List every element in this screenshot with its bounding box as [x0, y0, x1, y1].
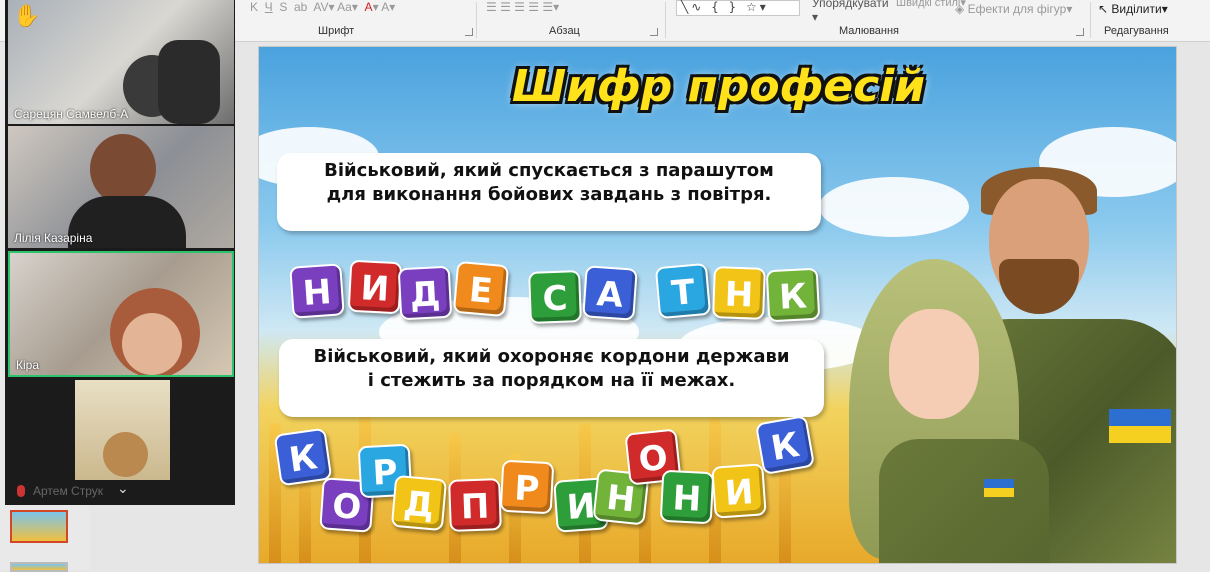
font-tools[interactable]: K Ч S ab AV▾ Aa▾ A▾ A▾ — [250, 0, 395, 14]
letter-tile[interactable]: Н — [712, 266, 766, 320]
raise-hand-icon: ✋ — [13, 4, 41, 29]
letter-tile[interactable]: Н — [289, 263, 345, 319]
soldier-woman-face — [889, 309, 979, 419]
ukraine-flag-patch — [984, 479, 1014, 497]
chair — [158, 40, 220, 124]
clue-1-line-2: для виконання бойових завдань з повітря. — [326, 184, 772, 205]
participant-face — [122, 313, 182, 375]
separator — [1090, 2, 1091, 38]
participant-video-tile[interactable]: Лілія Казаріна — [8, 126, 234, 248]
clue-bubble-2: Військовий, який охороняє кордони держав… — [279, 339, 824, 417]
participant-video-tile-active[interactable]: Кіра — [8, 251, 234, 377]
letter-tile[interactable]: П — [448, 478, 502, 532]
drawing-dialog-launcher[interactable] — [1076, 28, 1084, 36]
font-group-label: Шрифт — [318, 25, 355, 37]
participant-name: Артем Струк — [33, 484, 103, 498]
paragraph-dialog-launcher[interactable] — [650, 28, 658, 36]
slide-title: Шифр професій — [511, 61, 926, 112]
letter-tile[interactable]: Р — [499, 459, 555, 515]
paragraph-group-label: Абзац — [549, 25, 580, 37]
separator — [476, 2, 477, 38]
chevron-down-icon[interactable]: ⌄ — [117, 481, 129, 497]
soldiers-illustration — [799, 159, 1176, 563]
soldier-woman-body — [879, 439, 1049, 563]
letter-tile[interactable]: Н — [659, 469, 715, 525]
drawing-group-label: Малювання — [839, 25, 900, 37]
font-dialog-launcher[interactable] — [465, 28, 473, 36]
slide-thumbnail-active[interactable] — [10, 510, 68, 543]
video-panel-footer: Артем Струк ⌄ — [5, 480, 235, 505]
letter-tile[interactable]: Д — [397, 265, 453, 321]
slide-canvas[interactable]: Шифр професій Військовий, який спускаєть… — [258, 46, 1177, 564]
clue-1-line-1: Військовий, який спускається з парашутом — [324, 160, 774, 181]
letter-tile[interactable]: Д — [390, 474, 448, 532]
ukraine-flag-patch — [1109, 409, 1171, 443]
participant-head — [103, 432, 148, 477]
participant-name: Лілія Казаріна — [14, 231, 93, 245]
letter-tile[interactable]: Т — [654, 262, 712, 320]
letter-tile[interactable]: С — [528, 270, 582, 324]
participant-name: Сарецян Самвелб-А — [14, 107, 129, 121]
muted-mic-icon — [17, 485, 25, 497]
letter-tile[interactable]: И — [347, 259, 403, 315]
separator — [665, 2, 666, 38]
letter-tile[interactable]: К — [273, 427, 333, 487]
soldier-man-beard — [999, 259, 1079, 314]
clue-2-line-1: Військовий, який охороняє кордони держав… — [313, 346, 790, 367]
letter-tile[interactable]: И — [711, 463, 767, 519]
letter-tile[interactable]: Е — [452, 260, 510, 318]
letter-tile[interactable]: А — [582, 265, 638, 321]
participant-head — [90, 134, 156, 204]
select-button[interactable]: ↖ Виділити▾ — [1098, 2, 1168, 16]
participant-video-tile[interactable] — [8, 380, 234, 480]
paragraph-tools[interactable]: ☰ ☰ ☰ ☰ ☰▾ — [486, 0, 559, 14]
editing-group-label: Редагування — [1104, 25, 1169, 37]
arrange-button[interactable]: Упорядкувати ▾ — [812, 0, 889, 24]
shapes-gallery[interactable]: ╲∿ { } ☆▾ — [676, 0, 800, 16]
clue-bubble-1: Військовий, який спускається з парашутом… — [277, 153, 821, 231]
clue-2-line-2: і стежить за порядком на її межах. — [367, 370, 736, 391]
participant-name: Кіра — [16, 358, 40, 372]
select-arrow-icon: ↖ — [1098, 2, 1109, 16]
slide-thumbnail[interactable] — [10, 562, 68, 572]
video-conference-panel: Сарецян Самвелб-А Лілія Казаріна Кіра ✋ … — [5, 0, 235, 505]
shape-effects-button[interactable]: ◈ Ефекти для фігур▾ — [955, 2, 1072, 16]
participant-video-tile[interactable]: Сарецян Самвелб-А — [8, 0, 234, 124]
